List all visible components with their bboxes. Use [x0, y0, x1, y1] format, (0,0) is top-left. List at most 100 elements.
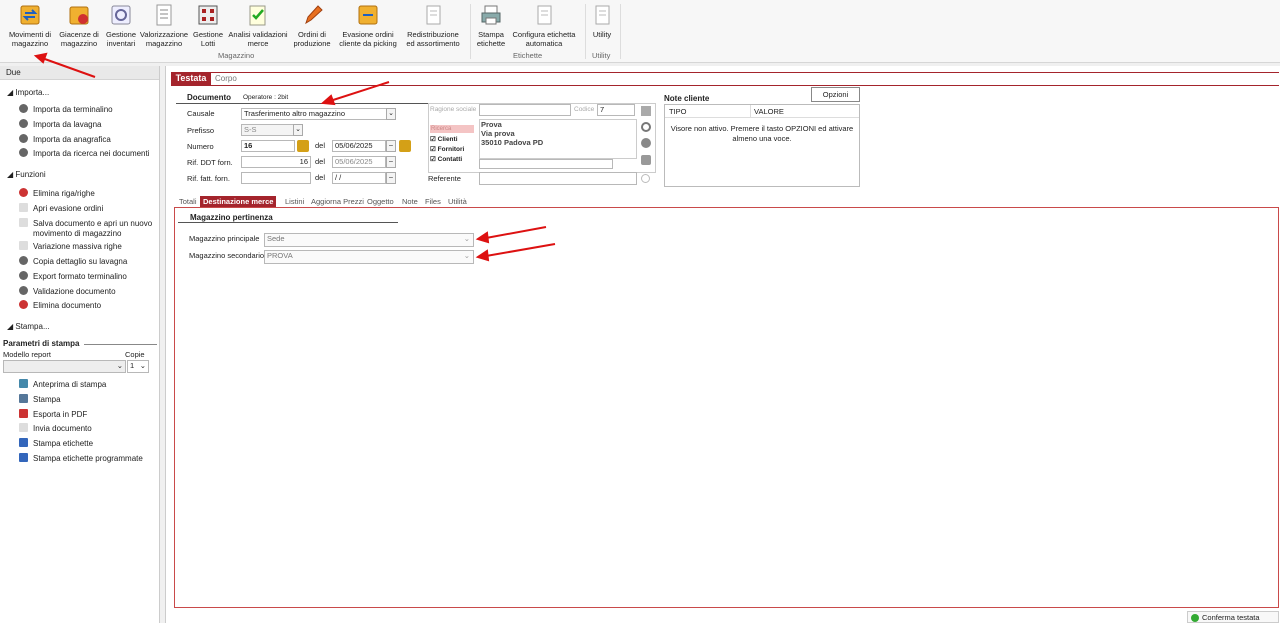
giacenze-label: Giacenze di magazzino [59, 30, 99, 48]
sidebar-item-esporta-pdf[interactable]: Esporta in PDF [19, 409, 87, 421]
sidebar-item-invia-documento[interactable]: Invia documento [19, 423, 92, 435]
subtab-aggiorna-prezzi[interactable]: Aggiorna Prezzi [309, 196, 366, 207]
subtab-listini[interactable]: Listini [283, 196, 306, 207]
item-label: Stampa etichette programmate [33, 454, 143, 463]
valorizzazione-magazzino-button[interactable]: Valorizzazione magazzino [139, 3, 189, 48]
sidebar-item-importa-lavagna[interactable]: Importa da lavagna [19, 119, 102, 131]
check-clienti[interactable]: ☑ Clienti [430, 135, 458, 145]
utility-button[interactable]: Utility [588, 3, 616, 39]
sidebar-item-importa-terminalino[interactable]: Importa da terminalino [19, 104, 113, 116]
address-line-2: Via prova [481, 129, 515, 138]
document-icon [19, 218, 28, 227]
sidebar-item-variazione-massiva[interactable]: Variazione massiva righe [19, 241, 122, 253]
document-icon [19, 241, 28, 250]
document-list-icon [152, 3, 176, 27]
section-stampa[interactable]: ◢ Stampa... [7, 322, 50, 331]
check-contatti[interactable]: ☑ Contatti [430, 155, 462, 165]
sidebar-item-importa-anagrafica[interactable]: Importa da anagrafica [19, 134, 111, 146]
fatt-date-input[interactable]: / / [332, 172, 386, 184]
sidebar-item-elimina-righe[interactable]: Elimina riga/righe [19, 188, 95, 200]
date-picker-button[interactable]: ‒ [386, 156, 396, 168]
check-fornitori[interactable]: ☑ Fornitori [430, 145, 464, 155]
conferma-testata-button[interactable]: Conferma testata [1187, 611, 1279, 623]
copie-label: Copie [125, 350, 145, 359]
ddt-input[interactable]: 16 [241, 156, 311, 168]
configura-etichetta-button[interactable]: Configura etichetta automatica [508, 3, 580, 48]
ordini-produzione-button[interactable]: Ordini di produzione [290, 3, 334, 48]
sidebar-item-salva-nuovo-line2[interactable]: movimento di magazzino [33, 228, 121, 240]
sidebar-item-stampa[interactable]: Stampa [19, 394, 61, 406]
preview-icon [19, 379, 28, 388]
causale-select[interactable]: Trasferimento altro magazzino [241, 108, 387, 120]
movimenti-magazzino-button[interactable]: Movimenti di magazzino [4, 3, 56, 48]
ribbon-separator [470, 4, 471, 59]
gestione-lotti-button[interactable]: Gestione Lotti [190, 3, 226, 48]
ricerca-field[interactable]: Ricerca [430, 125, 474, 133]
sidebar-item-apri-evasione[interactable]: Apri evasione ordini [19, 203, 103, 215]
tag-icon[interactable] [641, 155, 651, 165]
sidebar-item-validazione[interactable]: Validazione documento [19, 286, 116, 298]
check-label: Fornitori [437, 146, 465, 153]
prefisso-dropdown-button[interactable]: ⌄ [293, 124, 303, 136]
search-icon[interactable] [641, 122, 651, 132]
subtab-totali[interactable]: Totali [177, 196, 199, 207]
item-label: Anteprima di stampa [33, 380, 107, 389]
fatt-input[interactable] [241, 172, 311, 184]
check-label: Contatti [437, 156, 463, 163]
gear-icon [19, 119, 28, 128]
evasione-ordini-picking-button[interactable]: Evasione ordini cliente da picking [334, 3, 402, 48]
ragione-sociale-label: Ragione sociale [430, 106, 477, 113]
sidebar-item-export-terminalino[interactable]: Export formato terminalino [19, 271, 127, 283]
giacenze-magazzino-button[interactable]: Giacenze di magazzino [56, 3, 102, 48]
prefisso-select[interactable]: S-S [241, 124, 295, 136]
redistribuzione-button[interactable]: Redistribuzione ed assortimento [402, 3, 464, 48]
tab-testata[interactable]: Testata [171, 72, 211, 85]
main-panel: Testata Corpo Documento Operatore : 2bit… [165, 66, 1280, 623]
date-picker-button[interactable]: ‒ [386, 172, 396, 184]
sidebar-item-elimina-documento[interactable]: Elimina documento [19, 300, 101, 312]
causale-dropdown-button[interactable]: ⌄ [386, 108, 396, 120]
sidebar-item-importa-ricerca[interactable]: Importa da ricerca nei documenti [19, 148, 150, 160]
lock-icon[interactable] [399, 140, 411, 152]
chevron-down-icon: ⌄ [139, 361, 146, 370]
modello-report-select[interactable]: ⌄ [3, 360, 126, 373]
gear-icon [19, 256, 28, 265]
subtab-note[interactable]: Note [400, 196, 420, 207]
ddt-date-input[interactable]: 05/06/2025 [332, 156, 386, 168]
search-icon[interactable] [641, 174, 650, 183]
section-importa[interactable]: ◢ Importa... [7, 88, 49, 97]
section-stampa-label: Stampa... [15, 322, 50, 331]
address-extra-input[interactable] [479, 159, 613, 169]
tab-corpo[interactable]: Corpo [215, 74, 237, 83]
magazzino-secondario-select[interactable]: PROVA ⌄ [264, 250, 474, 264]
copie-select[interactable]: 1 ⌄ [127, 360, 149, 373]
analisi-validazioni-button[interactable]: Analisi validazioni merce [226, 3, 290, 48]
inventory-icon [109, 3, 133, 27]
numero-date-input[interactable]: 05/06/2025 [332, 140, 386, 152]
subtab-destinazione-merce[interactable]: Destinazione merce [200, 196, 277, 207]
opzioni-button[interactable]: Opzioni [811, 87, 860, 102]
stampa-etichette-button[interactable]: Stampa etichette [474, 3, 508, 48]
magazzino-principale-select[interactable]: Sede ⌄ [264, 233, 474, 247]
sidebar-item-stampa-etichette[interactable]: Stampa etichette [19, 438, 93, 450]
sidebar-item-anteprima[interactable]: Anteprima di stampa [19, 379, 106, 391]
subtab-utilita[interactable]: Utilità [446, 196, 469, 207]
referente-input[interactable] [479, 172, 637, 185]
valorizzazione-label: Valorizzazione magazzino [139, 30, 189, 48]
date-picker-button[interactable]: ‒ [386, 140, 396, 152]
evasione-label: Evasione ordini cliente da picking [339, 30, 397, 48]
numero-input[interactable]: 16 [241, 140, 295, 152]
section-funzioni[interactable]: ◢ Funzioni [7, 170, 46, 179]
label-icon [19, 438, 28, 447]
subtab-oggetto[interactable]: Oggetto [365, 196, 396, 207]
globe-icon[interactable] [641, 138, 651, 148]
codice-input[interactable]: 7 [597, 104, 635, 116]
sidebar-item-stampa-programmate[interactable]: Stampa etichette programmate [19, 453, 143, 465]
gestione-inventari-button[interactable]: Gestione inventari [103, 3, 139, 48]
lock-icon[interactable] [297, 140, 309, 152]
document-send-icon [19, 423, 28, 432]
subtab-files[interactable]: Files [423, 196, 443, 207]
ragione-sociale-input[interactable] [479, 104, 571, 116]
eraser-icon[interactable] [641, 106, 651, 116]
sidebar-item-copia-lavagna[interactable]: Copia dettaglio su lavagna [19, 256, 127, 268]
